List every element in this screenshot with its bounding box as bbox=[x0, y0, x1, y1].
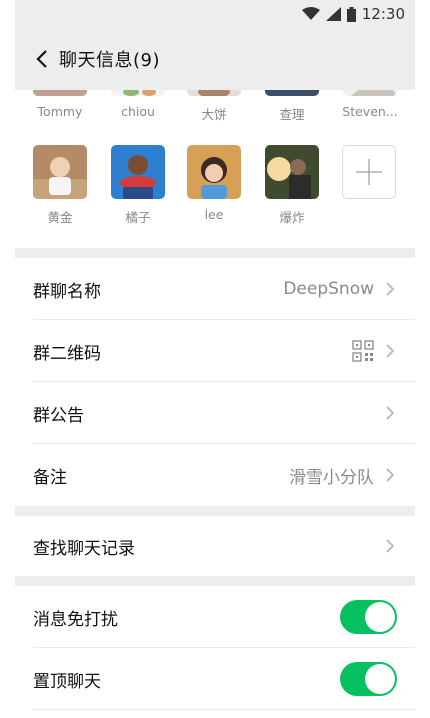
member-item[interactable]: Steven... bbox=[342, 90, 398, 119]
avatar bbox=[265, 145, 319, 199]
member-item[interactable]: 黄金 bbox=[33, 145, 87, 226]
section-gap bbox=[15, 506, 415, 516]
chevron-right-icon bbox=[386, 406, 395, 420]
toggle-knob bbox=[365, 602, 395, 632]
status-time: 12:30 bbox=[361, 5, 405, 23]
member-item[interactable]: 查理 bbox=[265, 90, 319, 123]
member-item[interactable]: 爆炸 bbox=[265, 145, 319, 226]
mute-row: 消息免打扰 bbox=[15, 586, 415, 648]
search-history-label: 查找聊天记录 bbox=[33, 538, 135, 559]
member-item[interactable]: lee bbox=[187, 145, 241, 222]
avatar bbox=[343, 90, 397, 96]
member-name: 查理 bbox=[279, 107, 305, 122]
mute-label: 消息免打扰 bbox=[33, 609, 118, 630]
pin-chat-label: 置顶聊天 bbox=[33, 671, 101, 692]
member-name: chiou bbox=[121, 104, 155, 119]
section-gap bbox=[15, 248, 415, 258]
announcement-label: 群公告 bbox=[33, 405, 84, 426]
remark-row[interactable]: 备注 滑雪小分队 bbox=[15, 444, 415, 506]
battery-icon bbox=[346, 6, 356, 22]
search-history-row[interactable]: 查找聊天记录 bbox=[15, 516, 415, 576]
mute-toggle[interactable] bbox=[340, 600, 397, 634]
remark-value: 滑雪小分队 bbox=[289, 467, 374, 488]
qr-code-label: 群二维码 bbox=[33, 343, 101, 364]
group-name-row[interactable]: 群聊名称 DeepSnow bbox=[15, 258, 415, 320]
avatar bbox=[187, 90, 241, 96]
member-name: Steven... bbox=[342, 104, 398, 119]
member-name: 橘子 bbox=[125, 210, 151, 225]
member-name: 黄金 bbox=[47, 210, 73, 225]
member-item[interactable]: chiou bbox=[111, 90, 165, 119]
member-name: 大饼 bbox=[201, 107, 227, 122]
member-name: Tommy bbox=[37, 104, 83, 119]
avatar bbox=[187, 145, 241, 199]
add-member-button[interactable] bbox=[342, 145, 396, 199]
section-gap bbox=[15, 576, 415, 586]
toggle-knob bbox=[365, 664, 395, 694]
member-grid: Tommy chiou 大饼 查理 Steven... 黄金 橘子 lee 爆炸 bbox=[15, 90, 415, 248]
group-name-label: 群聊名称 bbox=[33, 281, 101, 302]
chevron-left-icon bbox=[36, 50, 47, 68]
pin-chat-toggle[interactable] bbox=[340, 662, 397, 696]
chevron-right-icon bbox=[386, 468, 395, 482]
plus-icon bbox=[356, 159, 382, 185]
pin-chat-row: 置顶聊天 bbox=[15, 648, 415, 710]
member-name: 爆炸 bbox=[279, 210, 305, 225]
member-item[interactable]: Tommy bbox=[33, 90, 87, 119]
avatar bbox=[265, 90, 319, 96]
remark-label: 备注 bbox=[33, 467, 67, 488]
page-title: 聊天信息(9) bbox=[59, 50, 160, 71]
avatar bbox=[33, 145, 87, 199]
member-name: lee bbox=[204, 207, 224, 222]
qr-code-row[interactable]: 群二维码 bbox=[15, 320, 415, 382]
divider bbox=[33, 709, 415, 710]
signal-icon bbox=[325, 7, 341, 21]
nav-bar: 聊天信息(9) bbox=[15, 28, 415, 90]
avatar bbox=[33, 90, 87, 96]
wifi-icon bbox=[301, 7, 320, 20]
announcement-row[interactable]: 群公告 bbox=[15, 382, 415, 444]
member-item[interactable]: 大饼 bbox=[187, 90, 241, 123]
status-bar: 12:30 bbox=[15, 0, 415, 28]
qr-code-icon bbox=[352, 340, 374, 362]
avatar bbox=[111, 90, 165, 96]
group-name-value: DeepSnow bbox=[283, 279, 374, 299]
chevron-right-icon bbox=[386, 282, 395, 296]
avatar bbox=[111, 145, 165, 199]
member-item[interactable]: 橘子 bbox=[111, 145, 165, 226]
chevron-right-icon bbox=[386, 344, 395, 358]
chevron-right-icon bbox=[386, 539, 395, 553]
back-button[interactable] bbox=[29, 46, 55, 72]
